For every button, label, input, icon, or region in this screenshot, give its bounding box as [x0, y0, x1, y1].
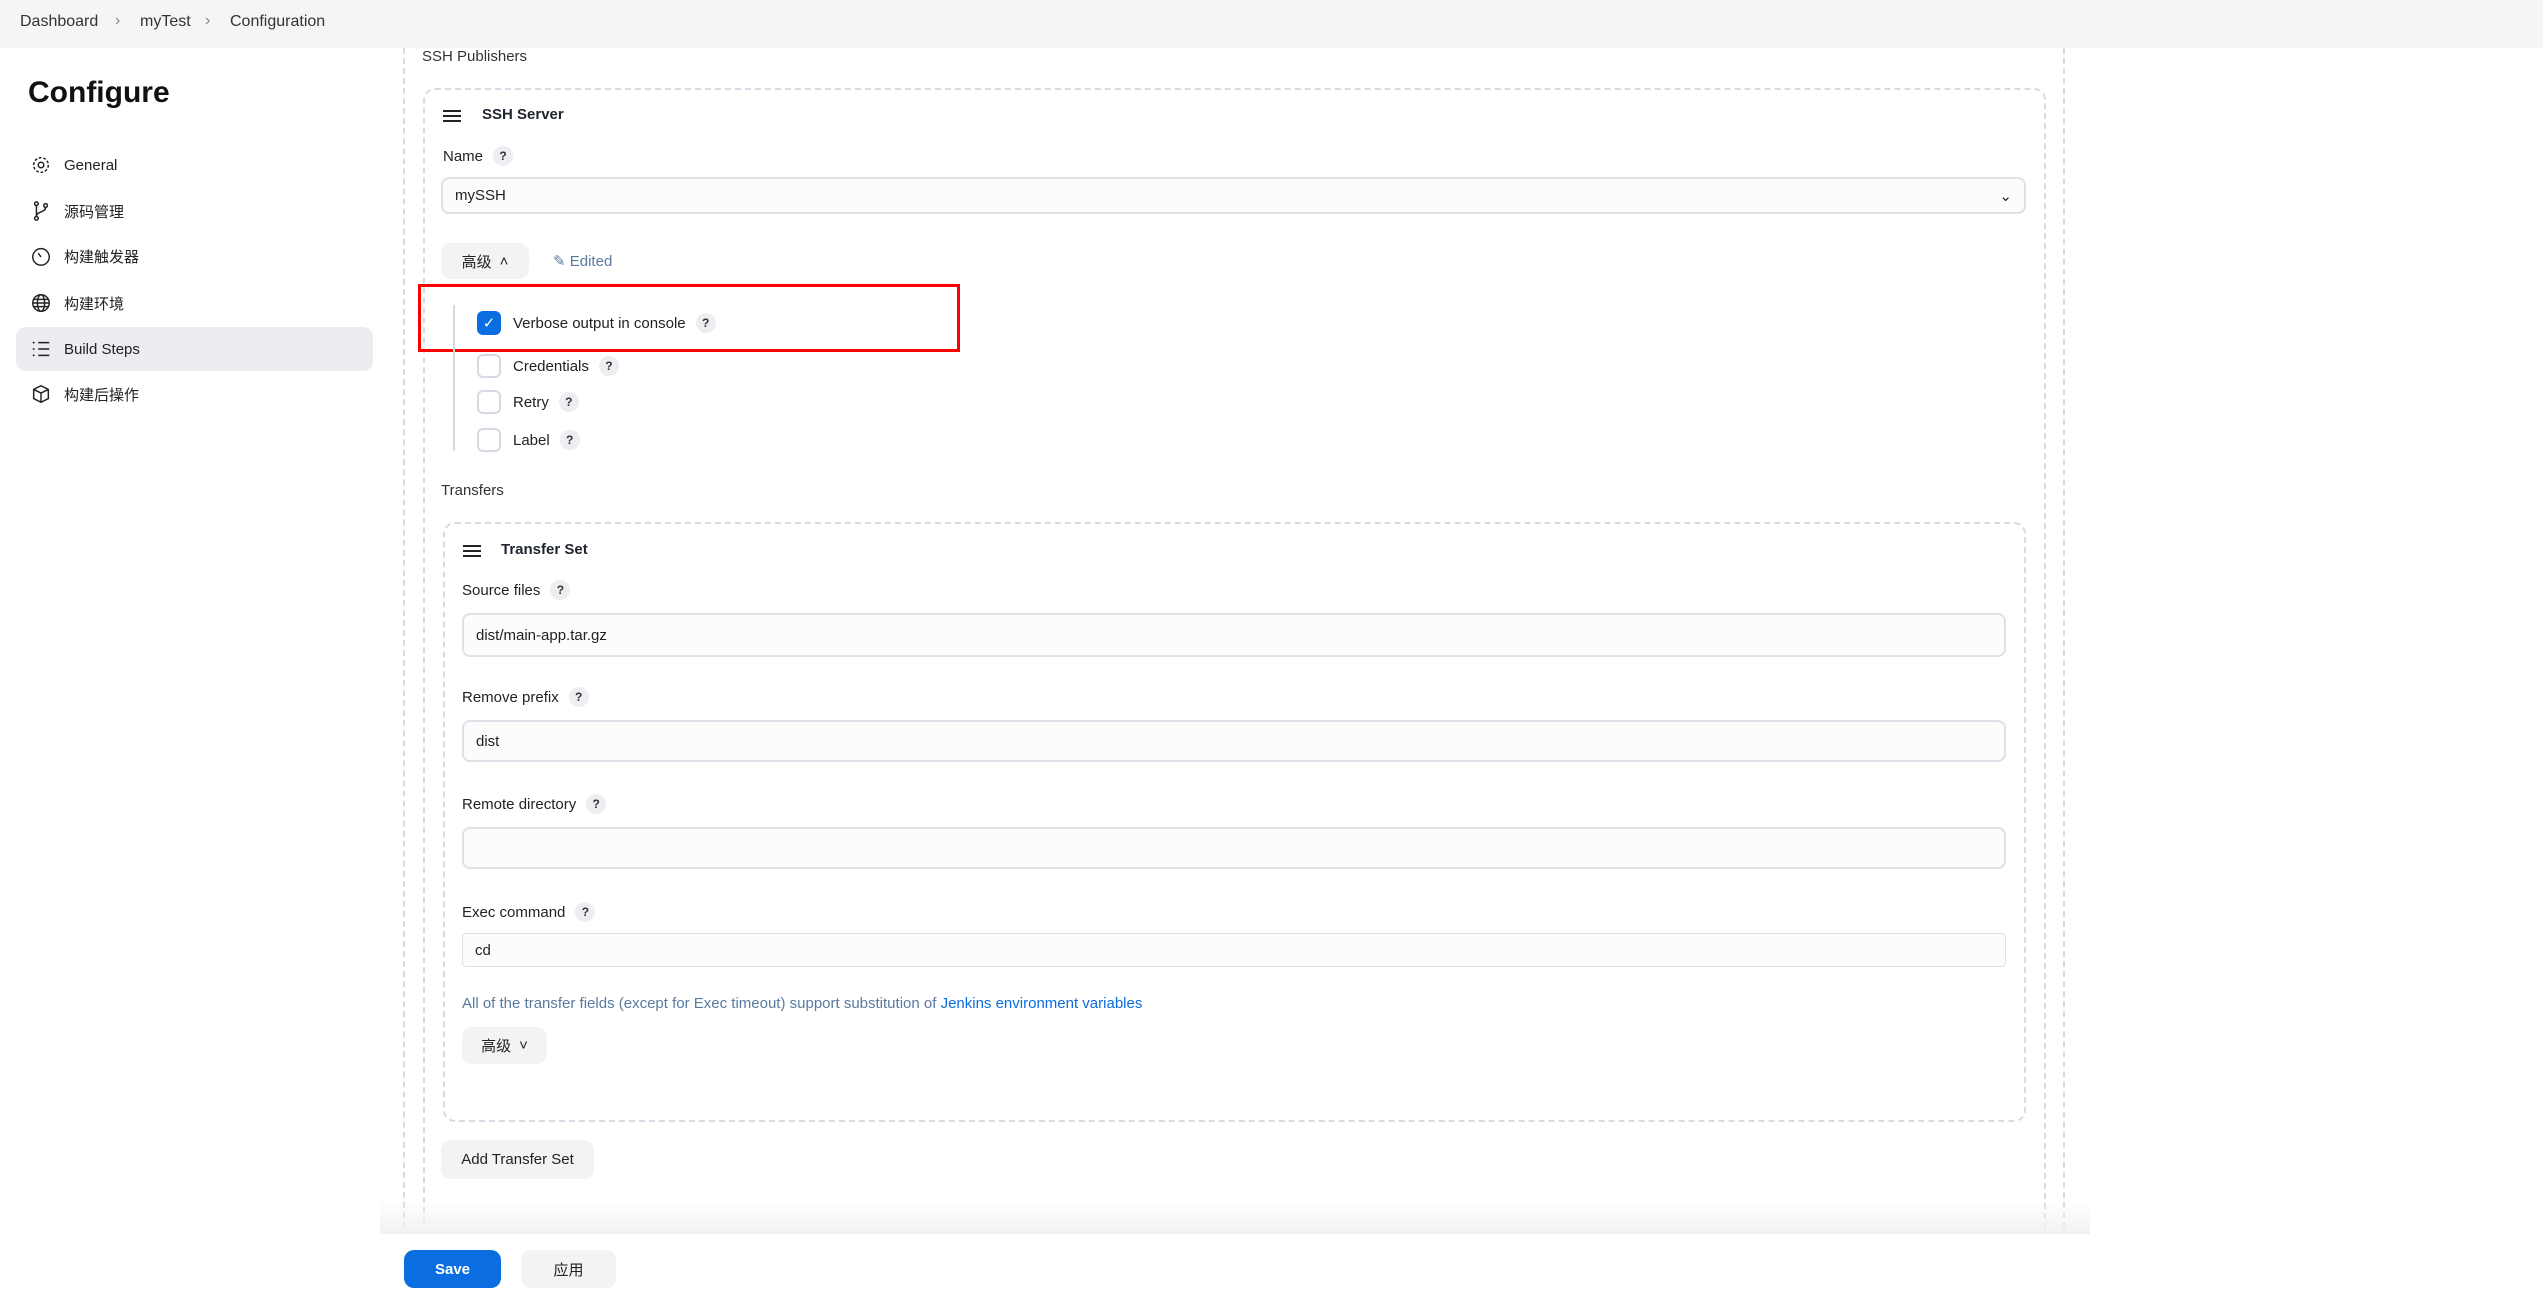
- sidebar-item-environment[interactable]: 构建环境: [16, 281, 373, 325]
- timer-icon: [32, 247, 50, 266]
- credentials-label: Credentials?: [513, 356, 619, 376]
- jenkins-env-vars-link[interactable]: Jenkins environment variables: [941, 995, 1143, 1012]
- sidebar-item-scm[interactable]: 源码管理: [16, 189, 373, 233]
- breadcrumb-dashboard[interactable]: Dashboard: [20, 13, 98, 31]
- label-option-label: Label?: [513, 430, 580, 450]
- help-icon[interactable]: ?: [550, 580, 571, 600]
- gear-icon: [32, 156, 50, 174]
- ssh-server-title: SSH Server: [482, 106, 564, 123]
- outer-divider: [2063, 48, 2065, 1238]
- chevron-down-icon: ⌄: [1999, 187, 2012, 205]
- package-icon: [32, 384, 50, 404]
- page-title: Configure: [28, 76, 170, 109]
- remove-prefix-label: Remove prefix?: [462, 687, 589, 707]
- chevron-right-icon: ›: [205, 12, 211, 29]
- remote-directory-input[interactable]: [462, 827, 2006, 869]
- help-icon[interactable]: ?: [559, 430, 580, 450]
- top-bar: [0, 0, 2543, 48]
- transfers-label: Transfers: [441, 482, 504, 499]
- retry-label: Retry?: [513, 392, 579, 412]
- credentials-checkbox[interactable]: [477, 354, 501, 378]
- exec-command-textarea[interactable]: cd: [462, 933, 2006, 967]
- retry-checkbox[interactable]: [477, 390, 501, 414]
- transfer-set-title: Transfer Set: [501, 541, 588, 558]
- chevron-down-icon: ˅: [519, 1037, 528, 1054]
- help-text: All of the transfer fields (except for E…: [462, 995, 1143, 1012]
- drag-handle-icon[interactable]: [443, 110, 461, 122]
- edited-indicator: ✎ Edited: [553, 253, 613, 270]
- remove-prefix-input[interactable]: dist: [462, 720, 2006, 762]
- remote-directory-label: Remote directory?: [462, 794, 607, 814]
- sidebar-item-build-steps[interactable]: Build Steps: [16, 327, 373, 371]
- help-icon[interactable]: ?: [586, 794, 607, 814]
- source-files-label: Source files?: [462, 580, 571, 600]
- name-label: Name?: [443, 146, 514, 166]
- help-icon[interactable]: ?: [695, 313, 716, 333]
- save-button[interactable]: Save: [404, 1250, 501, 1288]
- globe-icon: [32, 294, 50, 312]
- footer-bar: [0, 1234, 2543, 1304]
- help-icon[interactable]: ?: [493, 146, 514, 166]
- footer-shadow: [380, 1200, 2090, 1234]
- sidebar-item-general[interactable]: General: [16, 143, 373, 187]
- label-checkbox[interactable]: [477, 428, 501, 452]
- sidebar-item-post-build[interactable]: 构建后操作: [16, 372, 373, 416]
- transfer-set-block: [443, 522, 2026, 1122]
- section-label: SSH Publishers: [422, 48, 528, 65]
- chevron-right-icon: ›: [115, 12, 121, 29]
- apply-button[interactable]: 应用: [521, 1250, 616, 1288]
- name-select[interactable]: mySSH ⌄: [441, 177, 2026, 214]
- verbose-checkbox[interactable]: ✓: [477, 311, 501, 335]
- drag-handle-icon[interactable]: [463, 545, 481, 557]
- source-files-input[interactable]: dist/main-app.tar.gz: [462, 613, 2006, 657]
- verbose-label: Verbose output in console?: [513, 313, 716, 333]
- list-icon: [32, 341, 50, 357]
- branch-icon: [33, 201, 49, 221]
- add-transfer-set-button[interactable]: Add Transfer Set: [441, 1140, 594, 1179]
- sidebar-item-triggers[interactable]: 构建触发器: [16, 234, 373, 278]
- outer-divider: [403, 48, 405, 1238]
- options-guide-line: [453, 305, 455, 451]
- exec-command-label: Exec command?: [462, 902, 596, 922]
- advanced-toggle-button[interactable]: 高级 ˄: [441, 243, 529, 279]
- help-icon[interactable]: ?: [575, 902, 596, 922]
- transfer-advanced-button[interactable]: 高级 ˅: [462, 1027, 547, 1064]
- breadcrumb-mytest[interactable]: myTest: [140, 13, 191, 31]
- help-icon[interactable]: ?: [558, 392, 579, 412]
- chevron-up-icon: ˄: [499, 252, 509, 270]
- pencil-icon: ✎: [553, 253, 570, 270]
- help-icon[interactable]: ?: [568, 687, 589, 707]
- help-icon[interactable]: ?: [598, 356, 619, 376]
- breadcrumb-configuration[interactable]: Configuration: [230, 13, 325, 31]
